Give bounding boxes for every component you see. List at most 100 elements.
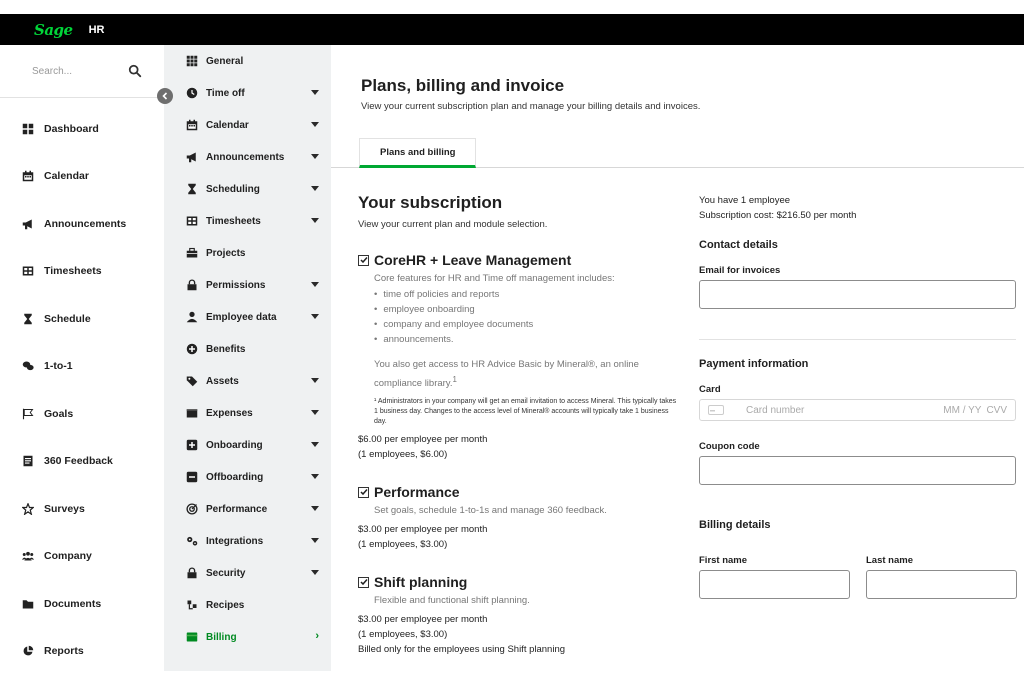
sidebar-item-360-feedback[interactable]: 360 Feedback [0, 438, 164, 486]
settings-item-employee-data[interactable]: Employee data [164, 301, 331, 333]
module-name: Performance [374, 484, 460, 501]
chevron-right-icon: › [315, 630, 319, 642]
settings-item-integrations[interactable]: Integrations [164, 525, 331, 557]
tab-plans-and-billing[interactable]: Plans and billing [359, 138, 477, 168]
settings-item-general[interactable]: General [164, 45, 331, 77]
mineral-footnote: ¹ Administrators in your company will ge… [374, 398, 677, 426]
star-icon [22, 502, 34, 515]
caret-down-icon[interactable] [311, 474, 319, 479]
caret-down-icon[interactable] [311, 378, 319, 383]
settings-item-label: Projects [206, 247, 246, 259]
module-checkbox[interactable] [358, 254, 369, 266]
mineral-text: You also get access to HR Advice Basic b… [374, 359, 639, 390]
main-sidebar: Search... Dashboard Calendar Announcements… [0, 45, 164, 671]
settings-item-projects[interactable]: Projects [164, 237, 331, 269]
module-performance: Performance Set goals, schedule 1-to-1s … [358, 484, 678, 552]
caret-down-icon[interactable] [311, 410, 319, 415]
divider [699, 339, 1016, 340]
settings-item-permissions[interactable]: Permissions [164, 269, 331, 301]
settings-item-assets[interactable]: Assets [164, 365, 331, 397]
settings-item-label: Announcements [206, 151, 285, 163]
email-label: Email for invoices [699, 265, 781, 276]
caret-down-icon[interactable] [311, 122, 319, 127]
sidebar-item-timesheets[interactable]: Timesheets [0, 248, 164, 296]
billing-section: You have 1 employee Subscription cost: $… [699, 193, 1017, 599]
credit-card-icon [708, 405, 724, 415]
check-icon [359, 489, 368, 496]
settings-item-security[interactable]: Security [164, 557, 331, 589]
caret-down-icon[interactable] [311, 218, 319, 223]
settings-item-offboarding[interactable]: Offboarding [164, 461, 331, 493]
caret-down-icon[interactable] [311, 570, 319, 575]
caret-down-icon[interactable] [311, 538, 319, 543]
sidebar-item-announcements[interactable]: Announcements [0, 200, 164, 248]
billing-icon [186, 632, 198, 642]
sidebar-item-surveys[interactable]: Surveys [0, 485, 164, 533]
settings-item-billing[interactable]: Billing › [164, 621, 331, 653]
top-bar: Sage HR [0, 14, 1024, 45]
sidebar-item-dashboard[interactable]: Dashboard [0, 105, 164, 153]
caret-down-icon[interactable] [311, 186, 319, 191]
chat-icon [22, 361, 34, 371]
subscription-subtitle: View your current plan and module select… [358, 219, 548, 230]
offboard-icon [186, 471, 198, 483]
settings-item-label: Permissions [206, 279, 266, 291]
sidebar-item-label: 1-to-1 [44, 360, 73, 373]
sidebar-item-reports[interactable]: Reports [0, 628, 164, 676]
sidebar-item-company[interactable]: Company [0, 533, 164, 581]
settings-item-recipes[interactable]: Recipes [164, 589, 331, 621]
settings-item-performance[interactable]: Performance [164, 493, 331, 525]
email-field[interactable] [699, 280, 1016, 309]
feature-item: company and employee documents [374, 317, 678, 332]
card-cvv-input[interactable]: CVV [986, 405, 1007, 416]
dashboard-icon [22, 123, 34, 134]
users-icon [22, 552, 34, 561]
sidebar-item-1-to-1[interactable]: 1-to-1 [0, 343, 164, 391]
caret-down-icon[interactable] [311, 314, 319, 319]
caret-down-icon[interactable] [311, 90, 319, 95]
search-bar[interactable]: Search... [0, 45, 164, 98]
settings-item-label: Expenses [206, 407, 253, 419]
sidebar-item-label: Surveys [44, 502, 85, 515]
sidebar-nav: Dashboard Calendar Announcements Timesheets… [0, 98, 164, 675]
user-icon [186, 311, 198, 323]
sidebar-item-documents[interactable]: Documents [0, 580, 164, 628]
sidebar-item-label: Announcements [44, 217, 127, 230]
first-name-field[interactable] [699, 570, 850, 599]
sidebar-item-schedule[interactable]: Schedule [0, 295, 164, 343]
module-price: $3.00 per employee per month (1 employee… [358, 612, 678, 657]
settings-item-scheduling[interactable]: Scheduling [164, 173, 331, 205]
settings-item-label: Assets [206, 375, 239, 387]
card-expiry-input[interactable]: MM / YY [943, 405, 981, 416]
sage-logo[interactable]: Sage [34, 21, 73, 39]
card-number-input[interactable]: Card number [746, 405, 943, 416]
check-icon [359, 257, 368, 264]
recipes-icon [187, 600, 197, 610]
last-name-field[interactable] [866, 570, 1017, 599]
settings-item-label: Time off [206, 87, 245, 99]
settings-item-timesheets[interactable]: Timesheets [164, 205, 331, 237]
coupon-field[interactable] [699, 456, 1016, 485]
caret-down-icon[interactable] [311, 282, 319, 287]
settings-item-onboarding[interactable]: Onboarding [164, 429, 331, 461]
settings-item-announcements[interactable]: Announcements [164, 141, 331, 173]
settings-item-expenses[interactable]: Expenses [164, 397, 331, 429]
settings-item-benefits[interactable]: Benefits [164, 333, 331, 365]
search-icon[interactable] [128, 64, 142, 78]
caret-down-icon[interactable] [311, 506, 319, 511]
module-checkbox[interactable] [358, 576, 369, 588]
collapse-sidebar-button[interactable] [157, 88, 173, 104]
mineral-info: You also get access to HR Advice Basic b… [374, 359, 639, 390]
page-subtitle: View your current subscription plan and … [361, 101, 701, 112]
settings-item-calendar[interactable]: Calendar [164, 109, 331, 141]
settings-item-time-off[interactable]: Time off [164, 77, 331, 109]
search-input[interactable]: Search... [32, 66, 72, 77]
card-field[interactable]: Card number MM / YY CVV [699, 399, 1016, 421]
caret-down-icon[interactable] [311, 442, 319, 447]
module-checkbox[interactable] [358, 486, 369, 498]
sidebar-item-goals[interactable]: Goals [0, 390, 164, 438]
caret-down-icon[interactable] [311, 154, 319, 159]
billing-footnote: Billed only for the employees using Shif… [358, 644, 566, 656]
grid-icon [186, 55, 198, 67]
sidebar-item-calendar[interactable]: Calendar [0, 153, 164, 201]
